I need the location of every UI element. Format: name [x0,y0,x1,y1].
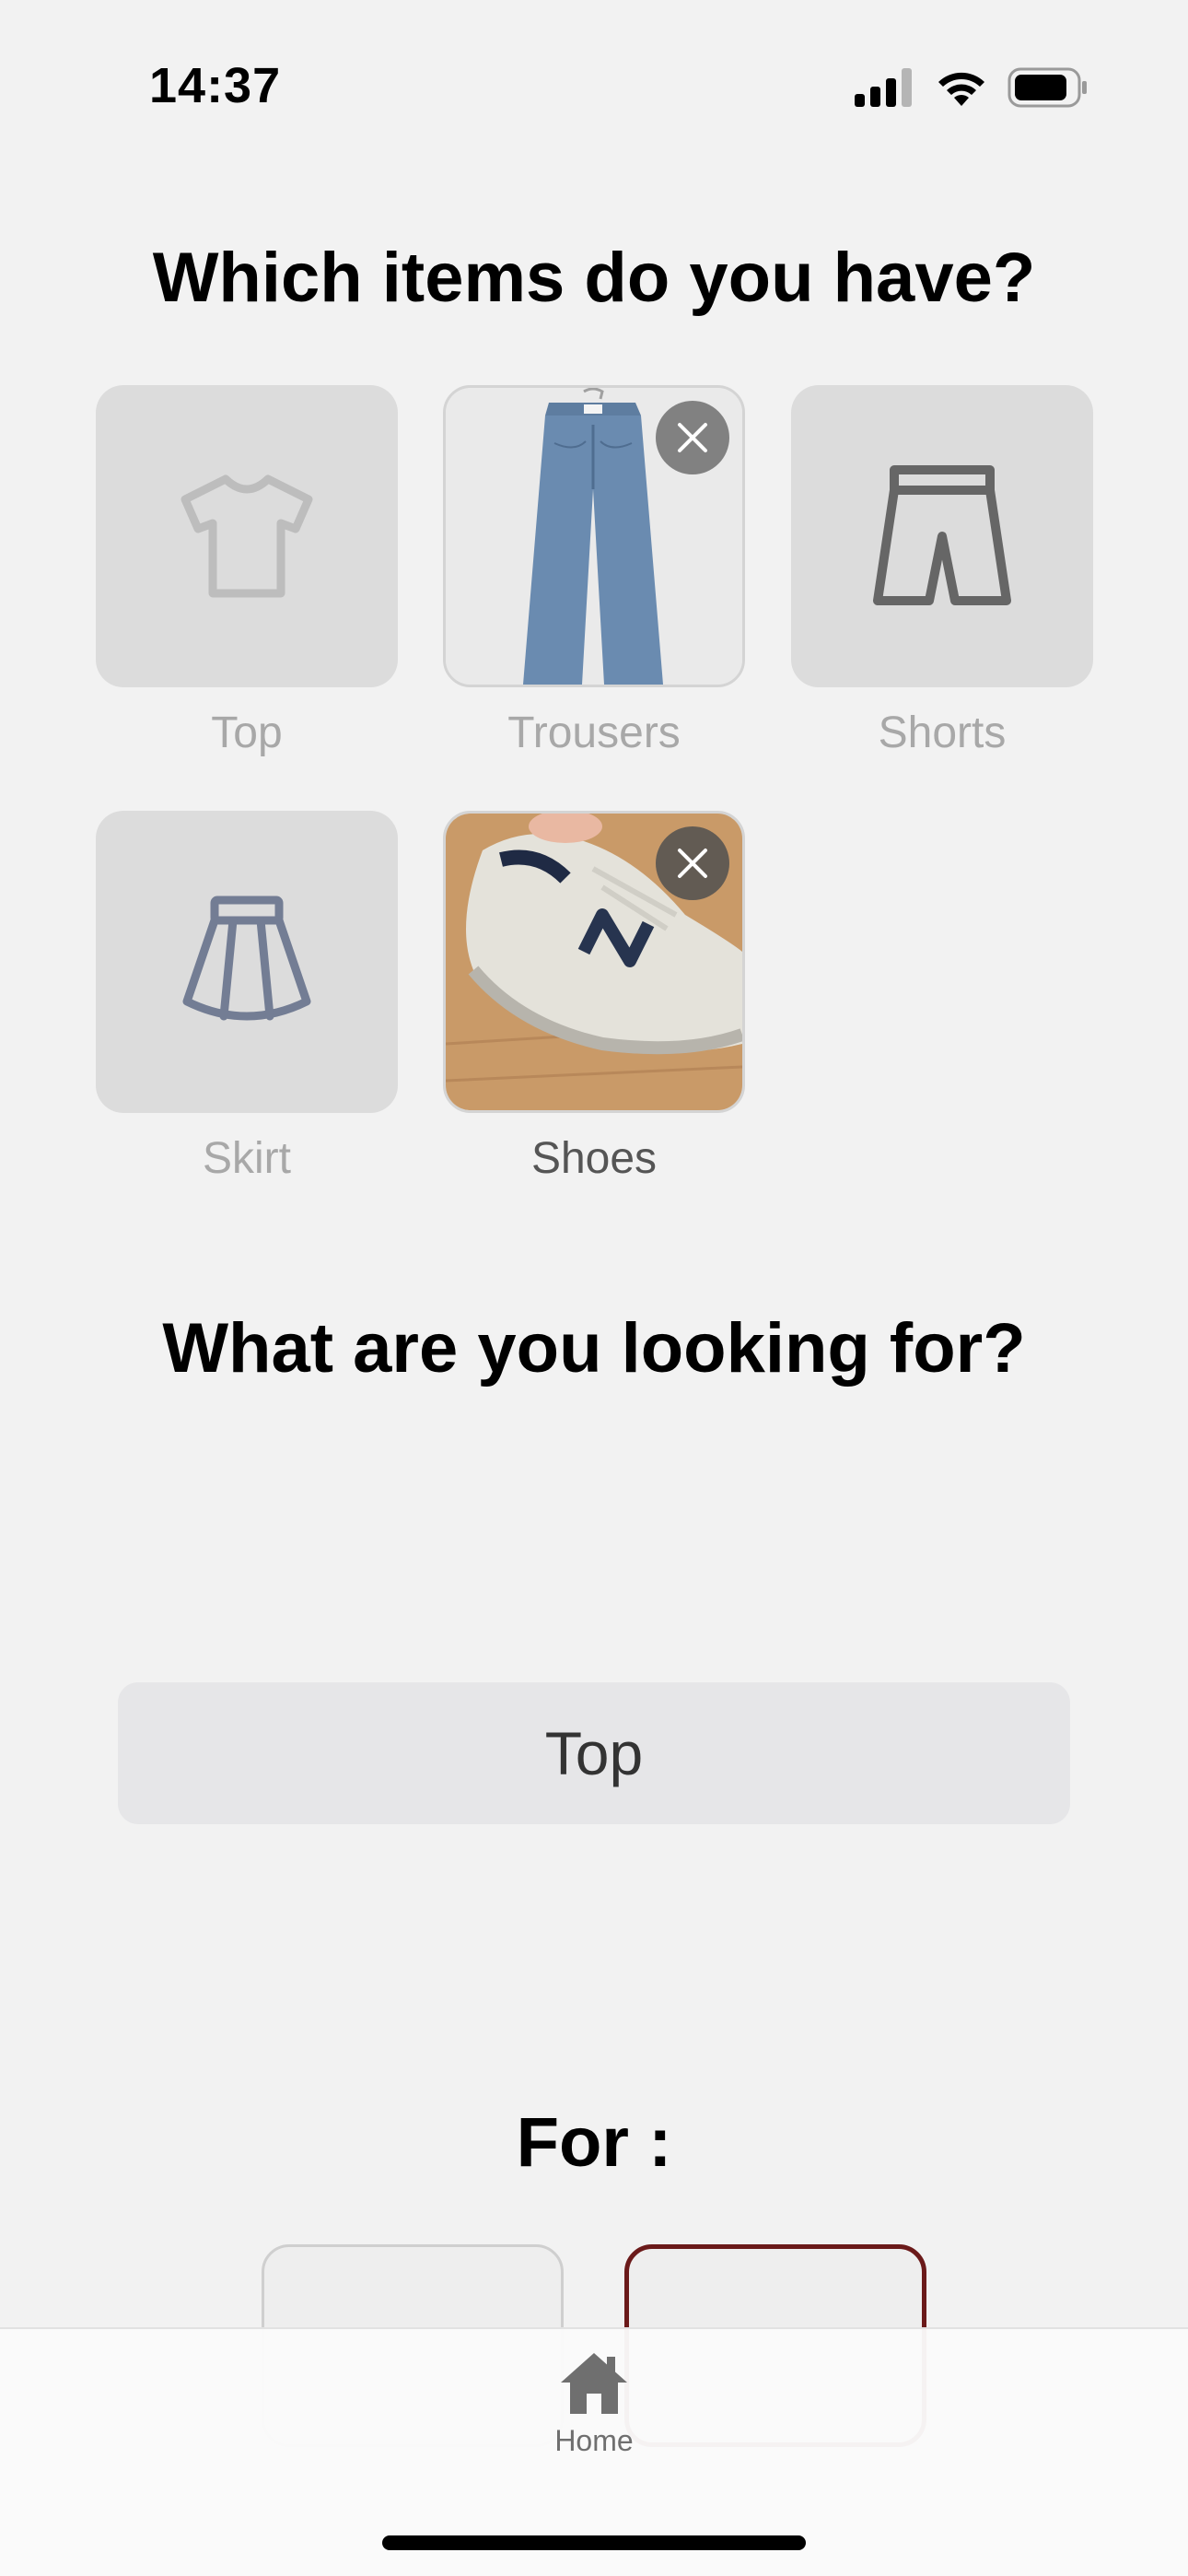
shorts-icon [873,465,1011,605]
tab-home-label: Home [554,2424,634,2457]
screen: 14:37 Which items do you have? Top Trous… [0,0,1188,2576]
section-title-items: Which items do you have? [152,239,1036,317]
looking-for-selected-value: Top [544,1719,644,1787]
wifi-icon [938,72,984,106]
cellular-signal-icon [855,68,912,107]
battery-icon [1007,67,1087,108]
item-tile-top[interactable] [96,385,398,687]
item-label-skirt: Skirt [203,1134,291,1183]
close-icon [678,423,707,452]
item-label-shorts: Shorts [878,708,1007,757]
item-tile-skirt[interactable] [96,811,398,1113]
looking-for-picker[interactable]: Top [118,1682,1070,1824]
skirt-icon [182,896,311,1021]
status-icons [855,66,1089,109]
item-tile-shorts[interactable] [791,385,1093,687]
tab-home[interactable]: Home [539,2349,649,2458]
item-label-trousers: Trousers [507,708,681,757]
remove-shoes-button[interactable] [656,826,729,900]
home-indicator [382,2535,806,2550]
close-icon [678,849,707,878]
remove-trousers-button[interactable] [656,401,729,474]
status-time: 14:37 [149,58,282,113]
item-tile-shoes[interactable] [443,811,745,1113]
tshirt-icon [181,474,313,598]
section-title-looking-for: What are you looking for? [162,1309,1026,1388]
item-label-shoes: Shoes [530,1134,658,1183]
home-icon [561,2353,627,2414]
item-label-top: Top [211,708,283,757]
item-tile-trousers[interactable] [443,385,745,687]
section-title-for: For : [516,2103,672,2182]
